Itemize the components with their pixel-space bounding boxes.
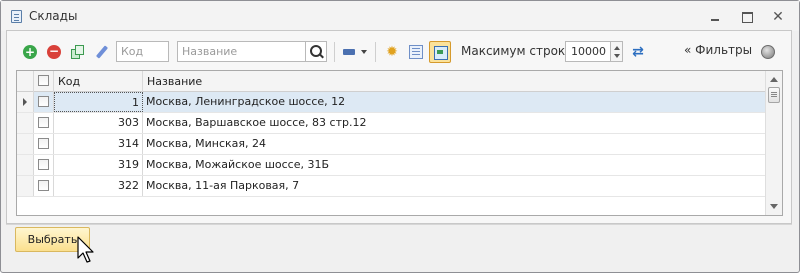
row-indicator <box>17 176 34 196</box>
column-header-name[interactable]: Название <box>143 71 765 92</box>
toolbar-separator <box>375 42 376 62</box>
window-title: Склады <box>29 9 78 23</box>
row-indicator-header <box>17 71 34 92</box>
highlight-icon[interactable]: ✹ <box>385 45 399 59</box>
filters-label: Фильтры <box>695 43 753 57</box>
table-row[interactable]: 322 Москва, 11-ая Парковая, 7 <box>17 176 765 197</box>
row-indicator <box>17 92 34 112</box>
max-rows-input[interactable] <box>565 41 611 62</box>
collapse-icon: « <box>684 43 692 57</box>
maximize-button[interactable] <box>740 10 754 24</box>
row-checkbox[interactable] <box>38 159 49 170</box>
row-checkbox[interactable] <box>38 180 49 191</box>
row-checkbox-cell <box>34 113 54 133</box>
add-icon[interactable]: + <box>23 45 37 59</box>
row-checkbox-cell <box>34 176 54 196</box>
delete-icon[interactable]: − <box>47 45 61 59</box>
cell-name[interactable]: Москва, Ленинградское шоссе, 12 <box>143 92 765 112</box>
scroll-up-icon[interactable] <box>770 77 778 82</box>
cell-name[interactable]: Москва, 11-ая Парковая, 7 <box>143 176 765 196</box>
toolbar-separator <box>334 42 335 62</box>
cell-code[interactable]: 322 <box>54 176 143 196</box>
fit-columns-icon[interactable] <box>429 41 451 63</box>
select-all-checkbox[interactable] <box>38 75 49 86</box>
filter-status-icon[interactable] <box>761 45 775 59</box>
cell-code[interactable]: 1 <box>54 92 143 112</box>
row-indicator <box>17 134 34 154</box>
cursor-icon <box>77 236 94 263</box>
print-icon[interactable] <box>342 45 356 59</box>
row-checkbox[interactable] <box>38 138 49 149</box>
table-row[interactable]: 314 Москва, Минская, 24 <box>17 134 765 155</box>
row-indicator <box>17 113 34 133</box>
row-checkbox-cell <box>34 92 54 112</box>
vertical-scrollbar[interactable] <box>765 71 782 215</box>
filters-toggle[interactable]: « Фильтры <box>684 43 752 57</box>
scroll-thumb[interactable] <box>768 87 780 103</box>
grid-header: Код Название <box>17 71 765 92</box>
max-rows-label: Максимум строк: <box>461 44 570 58</box>
max-rows-stepper[interactable] <box>611 41 623 62</box>
row-checkbox-cell <box>34 134 54 154</box>
close-button[interactable]: ✕ <box>771 10 785 24</box>
toolbar: + − ✹ Максимум строк: ⇄ « Фильтры <box>12 38 788 66</box>
select-all-header <box>34 71 54 92</box>
warehouses-grid: Код Название 1 Москва, Ленинградское шосс… <box>16 70 783 216</box>
table-row[interactable]: 303 Москва, Варшавское шоссе, 83 стр.12 <box>17 113 765 134</box>
cell-code[interactable]: 314 <box>54 134 143 154</box>
cell-name[interactable]: Москва, Минская, 24 <box>143 134 765 154</box>
table-row[interactable]: 319 Москва, Можайское шоссе, 31Б <box>17 155 765 176</box>
cell-name[interactable]: Москва, Можайское шоссе, 31Б <box>143 155 765 175</box>
table-icon[interactable] <box>409 45 423 59</box>
row-indicator <box>17 155 34 175</box>
cell-code[interactable]: 303 <box>54 113 143 133</box>
footer-divider <box>6 224 792 225</box>
title-bar: Склады ✕ <box>1 1 799 31</box>
column-header-code[interactable]: Код <box>54 71 143 92</box>
row-checkbox-cell <box>34 155 54 175</box>
print-dropdown-icon[interactable] <box>361 50 367 54</box>
code-filter-input[interactable] <box>116 41 169 62</box>
cell-code[interactable]: 319 <box>54 155 143 175</box>
refresh-icon[interactable]: ⇄ <box>631 45 645 59</box>
row-checkbox[interactable] <box>38 117 49 128</box>
copy-icon[interactable] <box>70 45 84 59</box>
edit-icon[interactable] <box>94 45 108 59</box>
scroll-down-icon[interactable] <box>770 204 778 209</box>
minimize-button[interactable] <box>708 10 722 24</box>
row-checkbox[interactable] <box>38 96 49 107</box>
cell-name[interactable]: Москва, Варшавское шоссе, 83 стр.12 <box>143 113 765 133</box>
search-icon[interactable] <box>306 41 327 62</box>
table-row[interactable]: 1 Москва, Ленинградское шоссе, 12 <box>17 92 765 113</box>
name-filter-input[interactable] <box>177 41 306 62</box>
document-icon <box>11 10 22 23</box>
